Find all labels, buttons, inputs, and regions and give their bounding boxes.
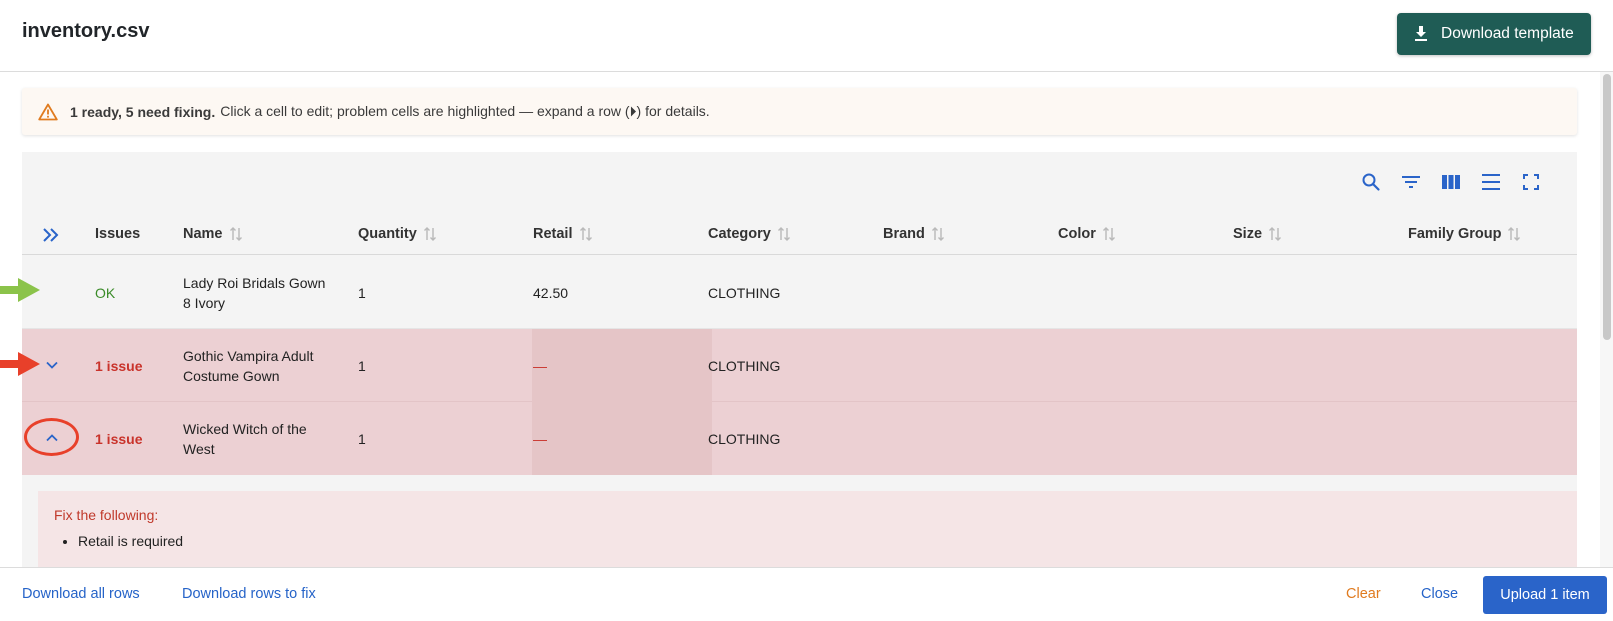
upload-button[interactable]: Upload 1 item: [1483, 576, 1607, 614]
quantity-cell[interactable]: 1: [358, 402, 366, 475]
green-arrow-annotation: [0, 278, 40, 302]
quantity-cell[interactable]: 1: [358, 256, 366, 329]
sort-icon: [229, 226, 243, 242]
fix-item: Retail is required: [78, 533, 1561, 549]
status-cell: 1 issue: [95, 430, 143, 447]
table-row[interactable]: 1 issue Wicked Witch of the West 1 — CLO…: [22, 402, 1577, 475]
column-header-issues[interactable]: Issues: [95, 212, 140, 255]
filter-icon[interactable]: [1399, 170, 1423, 194]
status-cell: OK: [95, 284, 116, 301]
table-row[interactable]: OK Lady Roi Bridals Gown 8 Ivory 1 42.50…: [22, 256, 1577, 329]
sort-icon: [931, 226, 945, 242]
name-cell[interactable]: Gothic Vampira Adult Costume Gown: [183, 329, 313, 402]
chevron-up-icon[interactable]: [40, 426, 64, 450]
retail-cell[interactable]: —: [533, 402, 547, 475]
column-header-size[interactable]: Size: [1233, 212, 1282, 255]
scrollbar-thumb[interactable]: [1603, 74, 1611, 340]
download-template-label: Download template: [1441, 25, 1574, 42]
sort-icon: [579, 226, 593, 242]
retail-error-highlight: [532, 402, 712, 475]
name-cell[interactable]: Lady Roi Bridals Gown 8 Ivory: [183, 256, 325, 329]
sort-icon: [777, 226, 791, 242]
sort-icon: [1507, 226, 1521, 242]
search-icon[interactable]: [1359, 170, 1383, 194]
retail-cell[interactable]: 42.50: [533, 256, 568, 329]
column-header-family-group[interactable]: Family Group: [1408, 212, 1521, 255]
expand-all-icon[interactable]: [40, 224, 62, 246]
fix-list: Retail is required: [54, 533, 1561, 549]
page-title: inventory.csv: [22, 20, 150, 42]
column-header-retail[interactable]: Retail: [533, 212, 593, 255]
data-table: Issues Name Quantity Retail Category Bra…: [22, 152, 1577, 567]
category-cell[interactable]: CLOTHING: [708, 329, 780, 402]
download-template-button[interactable]: Download template: [1397, 13, 1591, 55]
retail-cell[interactable]: —: [533, 329, 547, 402]
download-rows-to-fix-link[interactable]: Download rows to fix: [182, 586, 316, 602]
status-alert: 1 ready, 5 need fixing. Click a cell to …: [22, 88, 1577, 135]
column-header-quantity[interactable]: Quantity: [358, 212, 437, 255]
sort-icon: [1102, 226, 1116, 242]
fix-heading: Fix the following:: [54, 507, 159, 523]
close-button[interactable]: Close: [1421, 586, 1458, 602]
sort-icon: [423, 226, 437, 242]
fullscreen-icon[interactable]: [1519, 170, 1543, 194]
red-arrow-annotation: [0, 352, 40, 376]
footer: Download all rows Download rows to fix C…: [0, 567, 1613, 621]
alert-text: Click a cell to edit; problem cells are …: [220, 103, 710, 119]
download-all-rows-link[interactable]: Download all rows: [22, 586, 140, 602]
table-row[interactable]: 1 issue Gothic Vampira Adult Costume Gow…: [22, 329, 1577, 402]
warning-icon: [38, 103, 58, 121]
retail-error-highlight: [532, 329, 712, 402]
category-cell[interactable]: CLOTHING: [708, 402, 780, 475]
category-cell[interactable]: CLOTHING: [708, 256, 780, 329]
density-icon[interactable]: [1479, 170, 1503, 194]
row-detail-panel: Fix the following: Retail is required: [38, 491, 1577, 567]
name-cell[interactable]: Wicked Witch of the West: [183, 402, 307, 475]
alert-summary: 1 ready, 5 need fixing.: [70, 103, 216, 120]
column-header-name[interactable]: Name: [183, 212, 243, 255]
chevron-down-icon[interactable]: [40, 353, 64, 377]
download-icon: [1415, 26, 1427, 41]
quantity-cell[interactable]: 1: [358, 329, 366, 402]
status-cell: 1 issue: [95, 357, 143, 374]
clear-button[interactable]: Clear: [1346, 586, 1381, 602]
table-header: Issues Name Quantity Retail Category Bra…: [22, 212, 1577, 255]
column-header-category[interactable]: Category: [708, 212, 791, 255]
sort-icon: [1268, 226, 1282, 242]
header: inventory.csv Download template: [0, 0, 1613, 72]
column-header-brand[interactable]: Brand: [883, 212, 945, 255]
columns-icon[interactable]: [1439, 170, 1463, 194]
column-header-color[interactable]: Color: [1058, 212, 1116, 255]
